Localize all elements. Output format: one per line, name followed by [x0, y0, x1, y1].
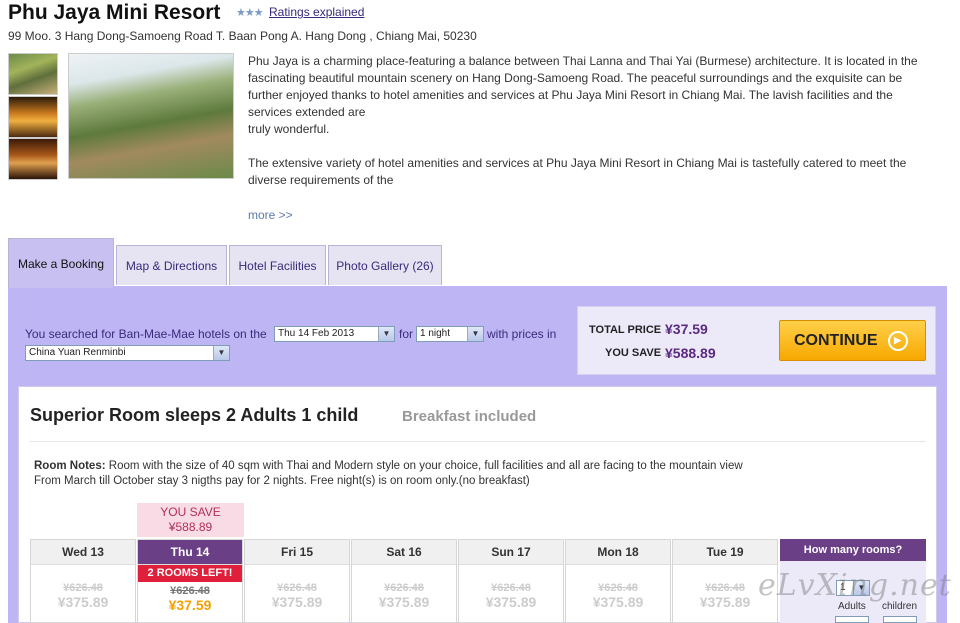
star-rating-icon: ★★★	[236, 7, 264, 19]
tab-photo-gallery[interactable]: Photo Gallery (26)	[328, 245, 442, 285]
watermark: eLvXing.net	[758, 568, 952, 603]
nights-select[interactable]: 1 night ▼	[416, 326, 484, 342]
day-you-save-badge: YOU SAVE ¥588.89	[137, 503, 244, 537]
chevron-down-icon: ▼	[467, 327, 483, 341]
chevron-down-icon: ▼	[213, 346, 229, 360]
old-price: ¥626.48	[598, 582, 638, 594]
day-label: Wed 13	[31, 540, 135, 565]
total-price-label: TOTAL PRICE	[589, 324, 662, 336]
day-you-save-value: ¥588.89	[168, 520, 213, 534]
total-price-value: ¥37.59	[665, 321, 708, 337]
breakfast-badge: Breakfast included	[402, 408, 537, 425]
search-suffix: with prices in	[487, 327, 557, 341]
day-column[interactable]: Mon 18 ¥626.48 ¥375.89	[565, 539, 671, 623]
hotel-description: Phu Jaya is a charming place-featuring a…	[248, 53, 938, 206]
continue-label: CONTINUE	[794, 331, 878, 349]
day-you-save-label: YOU SAVE	[160, 505, 221, 519]
day-label: Sun 17	[459, 540, 563, 565]
photo-thumbnail[interactable]	[8, 53, 58, 95]
adults-select[interactable]	[835, 616, 869, 623]
ratings-explained-link[interactable]: Ratings explained	[269, 5, 364, 19]
rooms-selector-header: How many rooms?	[780, 539, 926, 561]
photo-thumbnail[interactable]	[8, 138, 58, 180]
main-photo[interactable]	[68, 53, 234, 179]
old-price: ¥626.48	[170, 585, 210, 597]
continue-button[interactable]: CONTINUE ▶	[779, 320, 926, 361]
room-notes-label: Room Notes:	[34, 460, 106, 472]
currency-value: China Yuan Renminbi	[29, 347, 126, 358]
room-notes-text: Room with the size of 40 sqm with Thai a…	[108, 460, 743, 472]
day-column[interactable]: Sun 17 ¥626.48 ¥375.89	[458, 539, 564, 623]
tab-label: Make a Booking	[17, 256, 105, 271]
nights-value: 1 night	[420, 328, 451, 339]
new-price: ¥375.89	[592, 594, 644, 610]
more-link[interactable]: more >>	[248, 208, 293, 222]
old-price: ¥626.48	[63, 582, 103, 594]
room-title: Superior Room sleeps 2 Adults 1 child	[30, 405, 359, 425]
tab-make-a-booking[interactable]: Make a Booking	[8, 238, 114, 288]
hotel-address: 99 Moo. 3 Hang Dong-Samoeng Road T. Baan…	[8, 29, 477, 43]
new-price: ¥375.89	[57, 594, 109, 610]
tab-hotel-facilities[interactable]: Hotel Facilities	[229, 245, 326, 285]
new-price: ¥375.89	[271, 594, 323, 610]
new-price: ¥375.89	[378, 594, 430, 610]
currency-select[interactable]: China Yuan Renminbi ▼	[25, 345, 230, 361]
description-paragraph: The extensive variety of hotel amenities…	[248, 156, 907, 187]
day-column[interactable]: Fri 15 ¥626.48 ¥375.89	[244, 539, 350, 623]
tab-label: Map & Directions	[125, 258, 218, 273]
play-circle-icon: ▶	[887, 330, 908, 351]
children-select[interactable]	[883, 616, 917, 623]
new-price: ¥375.89	[485, 594, 537, 610]
tab-label: Hotel Facilities	[238, 258, 317, 273]
day-column[interactable]: Sat 16 ¥626.48 ¥375.89	[351, 539, 457, 623]
rooms-left-badge: 2 ROOMS LEFT!	[138, 565, 242, 582]
old-price: ¥626.48	[384, 582, 424, 594]
old-price: ¥626.48	[491, 582, 531, 594]
day-label: Thu 14	[138, 540, 242, 565]
date-select[interactable]: Thu 14 Feb 2013 ▼	[274, 326, 395, 342]
new-price: ¥37.59	[168, 597, 212, 613]
photo-thumbnail[interactable]	[8, 96, 58, 138]
divider	[30, 441, 926, 442]
day-column-selected[interactable]: Thu 14 2 ROOMS LEFT! ¥626.48 ¥37.59	[137, 539, 243, 623]
tab-label: Photo Gallery (26)	[336, 258, 434, 273]
you-save-label: YOU SAVE	[605, 347, 662, 359]
description-paragraph: Phu Jaya is a charming place-featuring a…	[248, 54, 918, 119]
description-paragraph-end: truly wonderful.	[248, 122, 330, 136]
day-label: Mon 18	[566, 540, 670, 565]
search-summary: You searched for Ban-Mae-Mae hotels on t…	[25, 327, 267, 341]
for-text: for	[399, 327, 414, 341]
old-price: ¥626.48	[277, 582, 317, 594]
room-notes: Room Notes: Room with the size of 40 sqm…	[34, 459, 914, 489]
date-value: Thu 14 Feb 2013	[278, 328, 355, 339]
day-label: Fri 15	[245, 540, 349, 565]
chevron-down-icon: ▼	[378, 327, 394, 341]
day-label: Tue 19	[673, 540, 777, 565]
search-prefix: You searched for Ban-Mae-Mae hotels on t…	[25, 327, 267, 341]
room-notes-text-2: From March till October stay 3 nigths pa…	[34, 475, 530, 487]
you-save-value: ¥588.89	[665, 345, 716, 361]
tab-map-directions[interactable]: Map & Directions	[116, 245, 227, 285]
day-column[interactable]: Wed 13 ¥626.48 ¥375.89	[30, 539, 136, 623]
hotel-name: Phu Jaya Mini Resort	[8, 1, 221, 24]
day-label: Sat 16	[352, 540, 456, 565]
